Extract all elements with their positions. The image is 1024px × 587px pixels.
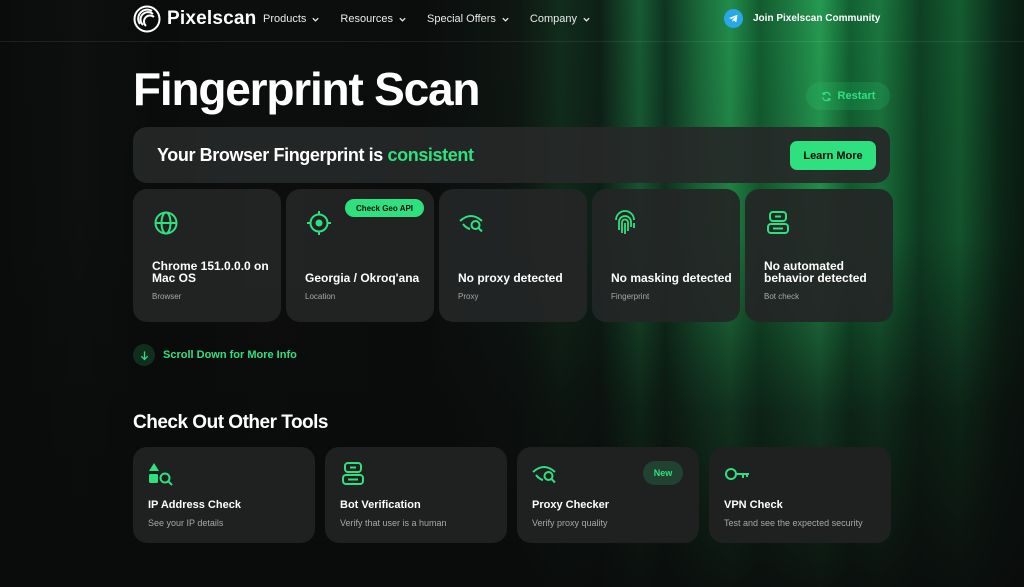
shapes-search-icon: [149, 463, 173, 486]
tool-name: Bot Verification: [340, 499, 421, 511]
tools-list: IP Address Check See your IP details Bot…: [133, 447, 891, 543]
tool-name: VPN Check: [724, 499, 783, 511]
tool-name: IP Address Check: [148, 499, 241, 511]
status-text: Your Browser Fingerprint is consistent: [157, 145, 474, 166]
card-value: Chrome 151.0.0.0 on Mac OS: [152, 259, 269, 285]
scan-result-cards: Chrome 151.0.0.0 on Mac OS Browser Check…: [133, 189, 893, 322]
tool-name: Proxy Checker: [532, 499, 610, 511]
pixelscan-logo-icon: [133, 5, 161, 33]
fingerprint-card: No masking detected Fingerprint: [592, 189, 740, 322]
nav-resources[interactable]: Resources: [340, 13, 407, 25]
card-label: Proxy: [458, 292, 479, 301]
chevron-down-icon: [583, 17, 590, 22]
fingerprint-icon: [615, 210, 635, 234]
tool-proxy-checker[interactable]: New Proxy Checker Verify proxy quality: [517, 447, 699, 543]
tool-desc: See your IP details: [148, 518, 224, 528]
card-label: Fingerprint: [611, 292, 650, 301]
nav-label: Special Offers: [427, 13, 496, 25]
check-geo-api-button[interactable]: Check Geo API: [345, 199, 424, 217]
page-title: Fingerprint Scan: [133, 63, 480, 115]
browser-card: Chrome 151.0.0.0 on Mac OS Browser: [133, 189, 281, 322]
tool-ip-address-check[interactable]: IP Address Check See your IP details: [133, 447, 315, 543]
nav-special-offers[interactable]: Special Offers: [427, 13, 510, 25]
chevron-down-icon: [502, 17, 509, 22]
card-value: No proxy detected: [458, 271, 563, 285]
learn-more-button[interactable]: Learn More: [790, 141, 876, 170]
nav-products[interactable]: Products: [263, 13, 320, 25]
telegram-icon: [724, 9, 743, 28]
tool-desc: Verify that user is a human: [340, 518, 447, 528]
scroll-down-link[interactable]: Scroll Down for More Info: [133, 344, 297, 366]
arrow-down-icon: [133, 344, 155, 366]
nav-company[interactable]: Company: [530, 13, 591, 25]
logo[interactable]: Pixelscan: [133, 5, 256, 33]
site-header: Pixelscan Products Resources Special Off…: [0, 0, 1024, 42]
tools-section-title: Check Out Other Tools: [133, 412, 329, 433]
card-label: Browser: [152, 292, 182, 301]
tool-desc: Verify proxy quality: [532, 518, 608, 528]
proxy-card: No proxy detected Proxy: [439, 189, 587, 322]
main-nav: Products Resources Special Offers Compan…: [263, 13, 611, 25]
globe-icon: [154, 211, 178, 235]
card-value: No masking detected: [611, 271, 732, 285]
tool-desc: Test and see the expected security: [724, 518, 863, 528]
status-prefix: Your Browser Fingerprint is: [157, 145, 383, 165]
robot-icon: [342, 462, 364, 485]
community-label: Join Pixelscan Community: [753, 13, 881, 24]
location-target-icon: [307, 211, 331, 235]
key-icon: [725, 468, 749, 480]
card-label: Bot check: [764, 292, 800, 301]
refresh-icon: [821, 91, 831, 101]
scroll-hint-text: Scroll Down for More Info: [163, 349, 297, 361]
eye-search-icon: [459, 215, 483, 233]
fingerprint-status-banner: Your Browser Fingerprint is consistent L…: [133, 127, 890, 183]
chevron-down-icon: [399, 17, 406, 22]
restart-button[interactable]: Restart: [806, 82, 890, 110]
nav-label: Company: [529, 13, 577, 25]
nav-label: Resources: [340, 13, 393, 25]
card-label: Location: [305, 292, 336, 301]
eye-search-icon: [532, 466, 556, 484]
card-value: Georgia / Okroq'ana: [305, 271, 420, 285]
chevron-down-icon: [312, 17, 320, 22]
nav-label: Products: [263, 13, 307, 25]
restart-label: Restart: [837, 90, 876, 102]
logo-text: Pixelscan: [167, 8, 257, 29]
robot-icon: [767, 211, 789, 234]
new-badge: New: [643, 461, 683, 485]
join-community-link[interactable]: Join Pixelscan Community: [724, 9, 880, 28]
status-value: consistent: [387, 145, 474, 165]
tool-bot-verification[interactable]: Bot Verification Verify that user is a h…: [325, 447, 507, 543]
tool-vpn-check[interactable]: VPN Check Test and see the expected secu…: [709, 447, 891, 543]
card-value: No automated behavior detected: [764, 259, 867, 285]
location-card: Check Geo API Georgia / Okroq'ana Locati…: [286, 189, 434, 322]
bot-check-card: No automated behavior detected Bot check: [745, 189, 893, 322]
